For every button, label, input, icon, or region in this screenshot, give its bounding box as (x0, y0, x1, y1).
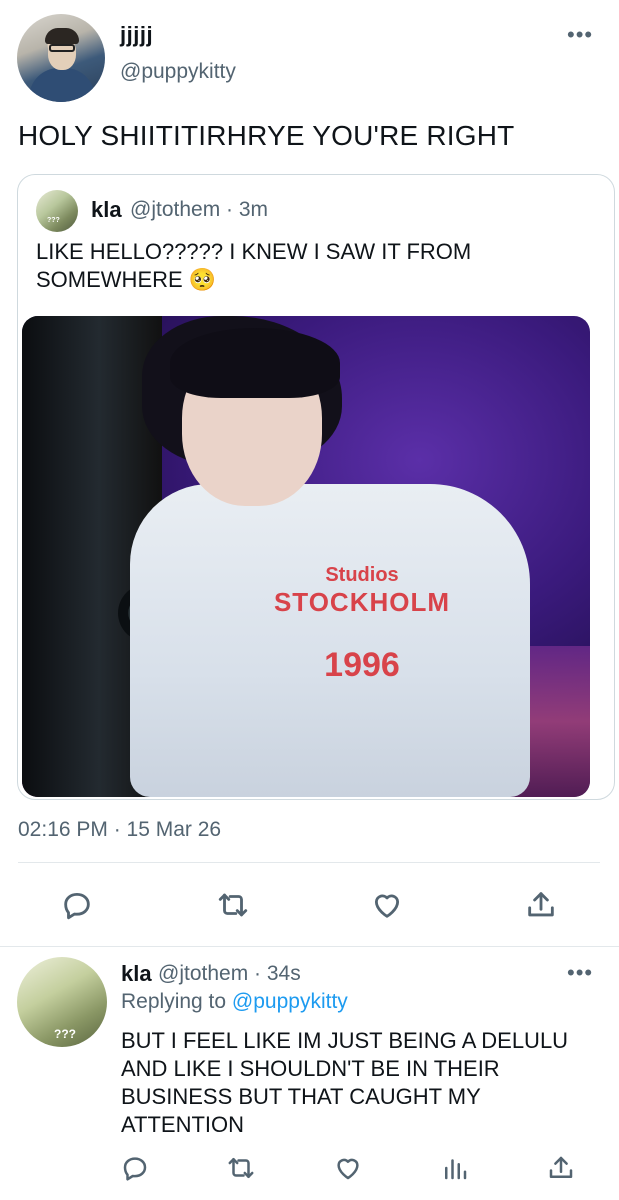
heart-icon (337, 1158, 359, 1180)
share-button[interactable] (524, 888, 558, 922)
quoted-tweet-photo[interactable]: Studios STOCKHOLM 1996 (22, 316, 590, 797)
replying-prefix: Replying to (121, 990, 227, 1013)
shirt-line-3: 1996 (324, 646, 400, 684)
retweet-icon (228, 1158, 254, 1178)
reply-retweet-button[interactable] (226, 1153, 256, 1183)
reply-icon (64, 892, 90, 920)
share-icon (549, 1156, 573, 1178)
replying-mention-link[interactable]: @puppykitty (232, 990, 348, 1013)
reply-tweet-text: BUT I FEEL LIKE IM JUST BEING A DELULU A… (121, 1028, 569, 1137)
reply-reply-button[interactable] (120, 1153, 150, 1183)
quoted-author-avatar: ??? (36, 190, 78, 232)
reply-views-button[interactable] (440, 1153, 470, 1183)
reply-author-name[interactable]: kla (121, 961, 152, 987)
author-handle[interactable]: @puppykitty (120, 60, 236, 84)
author-display-name[interactable]: jjjjj (120, 22, 153, 48)
views-icon (445, 1159, 467, 1180)
tweet-text: HOLY SHIITITIRHRYE YOU'RE RIGHT (18, 120, 515, 151)
avatar-caption: ??? (54, 1027, 76, 1041)
shirt-line-1: Studios (325, 564, 399, 586)
reply-icon (123, 1157, 147, 1181)
more-dots-icon[interactable]: ••• (567, 24, 593, 46)
reply-author-handle-time[interactable]: @jtothem · 34s (158, 962, 301, 986)
divider (18, 862, 600, 863)
shirt-print: Studios STOCKHOLM 1996 (262, 564, 462, 685)
share-icon (528, 892, 554, 917)
like-button[interactable] (370, 888, 404, 922)
author-avatar[interactable] (17, 14, 105, 102)
reply-button[interactable] (60, 888, 94, 922)
heart-icon (374, 894, 400, 918)
quoted-author-handle-time: @jtothem · 3m (130, 198, 269, 221)
retweet-icon (218, 893, 248, 917)
reply-like-button[interactable] (333, 1153, 363, 1183)
retweet-button[interactable] (216, 888, 250, 922)
more-dots-icon[interactable]: ••• (567, 962, 593, 984)
quoted-author-name: kla (91, 197, 122, 222)
quoted-tweet-text: LIKE HELLO????? I KNEW I SAW IT FROM SOM… (36, 239, 472, 292)
divider (0, 946, 619, 947)
shirt-line-2: STOCKHOLM (273, 587, 451, 617)
reply-share-button[interactable] (546, 1153, 576, 1183)
reply-author-avatar[interactable]: ??? (17, 957, 107, 1047)
replying-to-line: Replying to @puppykitty (121, 990, 348, 1014)
tweet-timestamp[interactable]: 02:16 PM · 15 Mar 26 (18, 818, 221, 842)
avatar-caption: ??? (47, 217, 60, 224)
